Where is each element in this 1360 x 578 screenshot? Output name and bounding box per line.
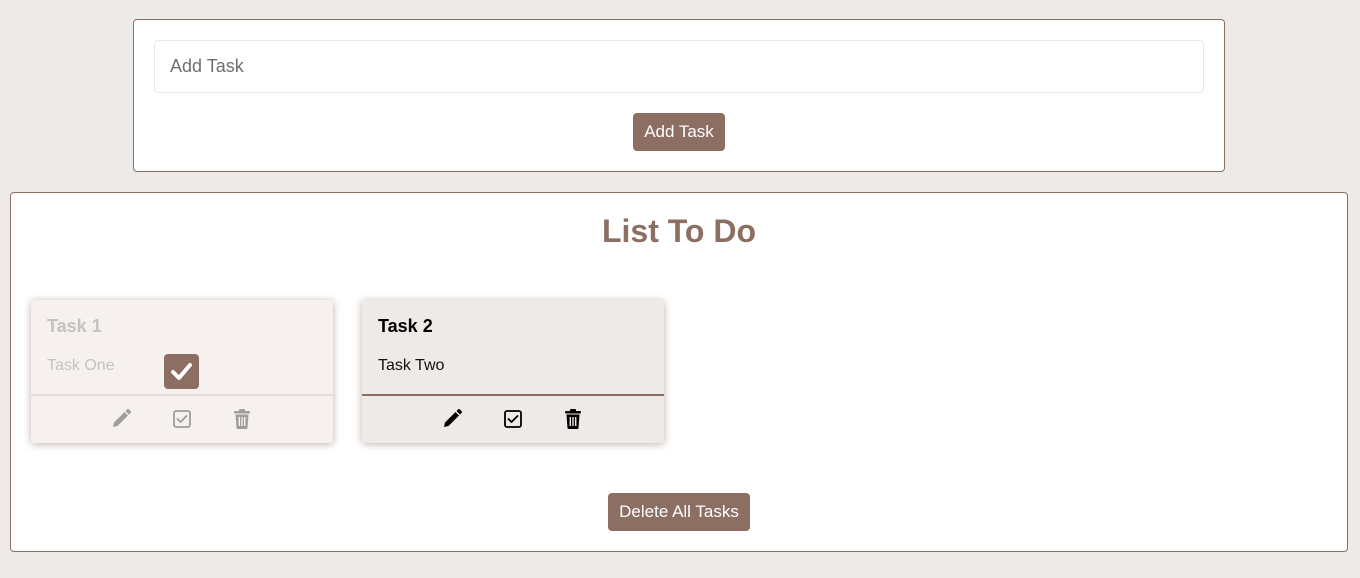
completed-badge <box>164 354 199 389</box>
add-task-panel: Add Task <box>133 19 1225 172</box>
task-list-panel: List To Do Task 1 Task One Task 2 Task T… <box>10 192 1348 552</box>
complete-task-button[interactable] <box>502 408 524 430</box>
task-title: Task 1 <box>47 316 102 336</box>
add-task-button[interactable]: Add Task <box>633 113 725 151</box>
trash-icon <box>565 409 581 429</box>
task-actions <box>31 396 333 443</box>
task-description: Task Two <box>378 357 445 374</box>
add-task-input[interactable] <box>154 40 1204 93</box>
checkmark-icon <box>171 363 192 380</box>
edit-task-button[interactable] <box>441 408 463 430</box>
check-square-icon <box>504 410 522 428</box>
pencil-icon <box>113 409 131 427</box>
delete-task-button[interactable] <box>231 408 253 430</box>
complete-task-button[interactable] <box>171 408 193 430</box>
pencil-icon <box>444 409 462 427</box>
list-title: List To Do <box>601 213 757 249</box>
task-card: Task 2 Task Two <box>362 300 664 443</box>
task-card: Task 1 Task One <box>31 300 333 443</box>
check-square-icon <box>173 410 191 428</box>
task-title: Task 2 <box>378 316 433 336</box>
task-description: Task One <box>47 357 115 374</box>
edit-task-button[interactable] <box>110 408 132 430</box>
task-actions <box>362 396 664 443</box>
delete-all-tasks-button[interactable]: Delete All Tasks <box>608 493 750 531</box>
delete-task-button[interactable] <box>562 408 584 430</box>
trash-icon <box>234 409 250 429</box>
